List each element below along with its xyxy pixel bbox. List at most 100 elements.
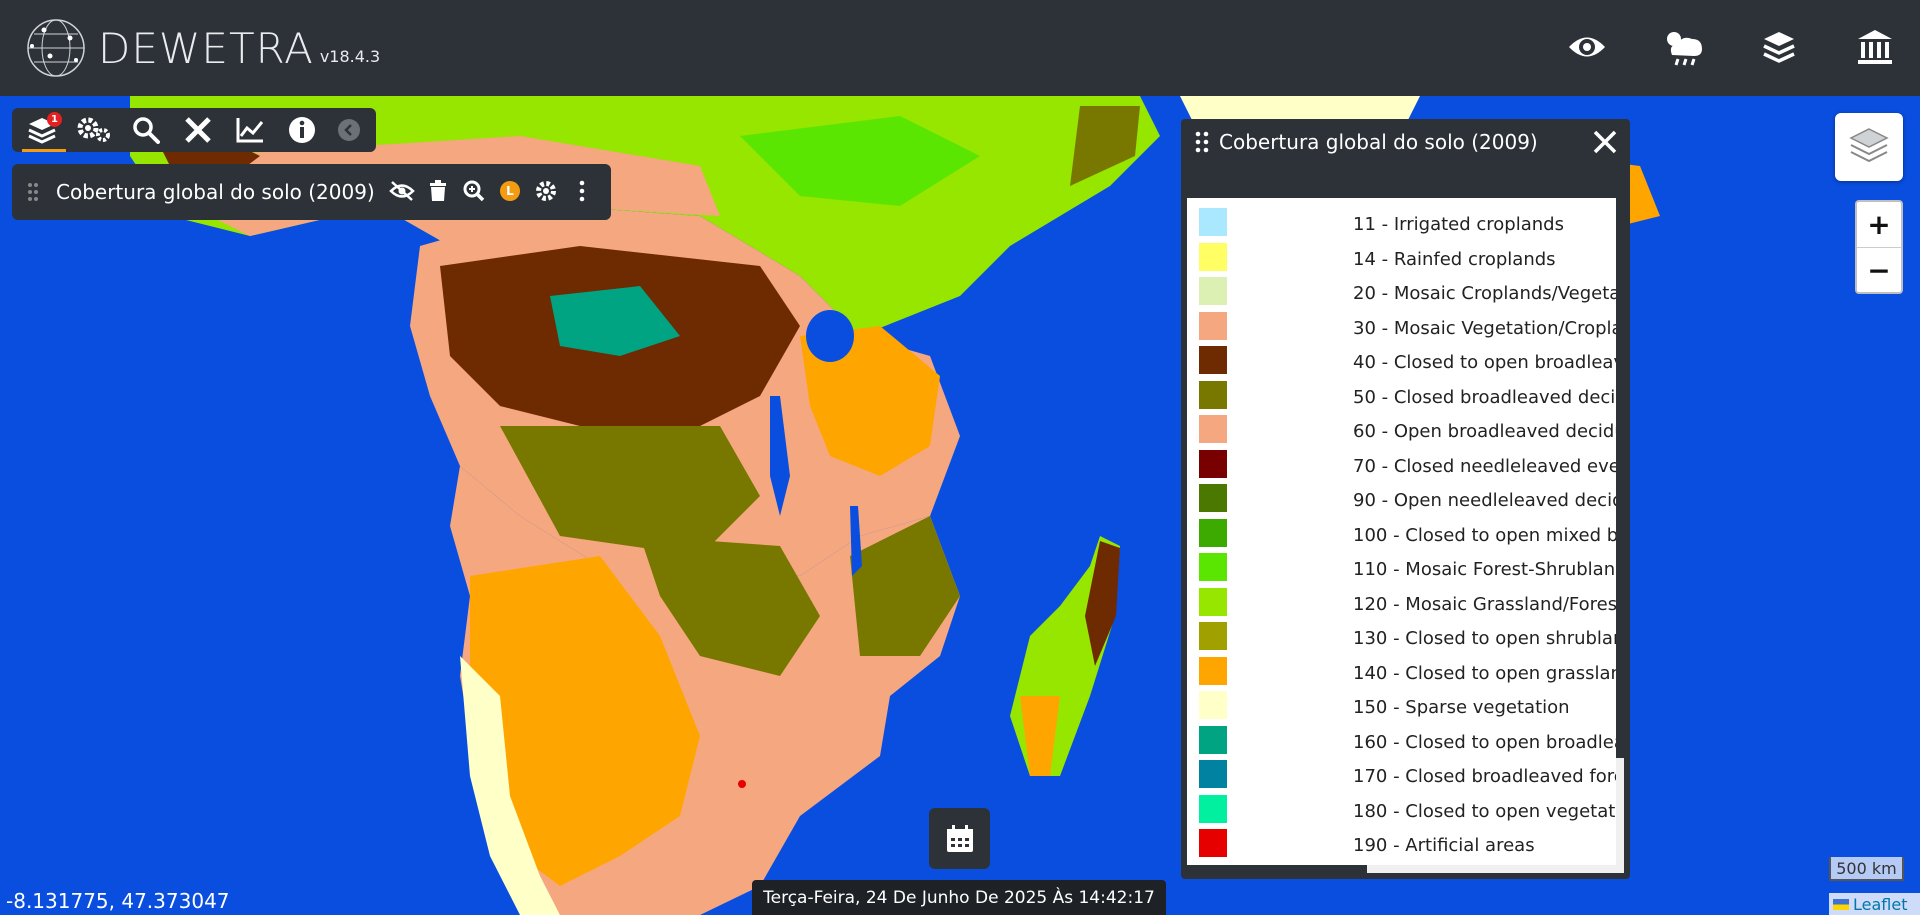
legend-swatch (1199, 208, 1227, 236)
active-layer-row[interactable]: Cobertura global do solo (2009) L (12, 164, 611, 220)
layers-stack-icon[interactable] (1756, 24, 1802, 70)
header-icons (1564, 24, 1898, 70)
layer-actions: L (389, 178, 595, 204)
legend-label: 11 - Irrigated croplands (1353, 214, 1564, 235)
search-icon (133, 117, 160, 144)
legend-swatch (1199, 311, 1227, 340)
info-icon (289, 117, 315, 143)
legend-label: 100 - Closed to open mixed broadleaved (1353, 524, 1624, 546)
draw-tools-button[interactable] (178, 110, 218, 150)
legend-toggle-button[interactable]: L (497, 178, 523, 204)
more-options-button[interactable] (569, 178, 595, 204)
zoom-in-icon (463, 180, 485, 202)
legend-item: 150 - Sparse vegetation (1187, 685, 1613, 720)
drag-handle-icon[interactable] (18, 182, 48, 202)
gears-icon (77, 117, 110, 142)
legend-swatch (1199, 794, 1227, 823)
gear-icon (536, 181, 556, 201)
zoom-to-layer-button[interactable] (461, 178, 487, 204)
eye-icon[interactable] (1564, 24, 1610, 70)
scrollbar-thumb[interactable] (1616, 198, 1624, 758)
legend-label: 130 - Closed to open shrubland (1353, 628, 1624, 649)
ukraine-flag-icon (1833, 898, 1849, 910)
layer-settings-button[interactable] (533, 178, 559, 204)
basemap-layers-icon (1849, 128, 1889, 163)
legend-label: 190 - Artificial areas (1353, 835, 1535, 856)
legend-item: 140 - Closed to open grassland (1187, 651, 1624, 686)
legend-item: 20 - Mosaic Croplands/Vegetation (1187, 271, 1624, 306)
legend-vertical-scrollbar[interactable] (1616, 198, 1624, 873)
app-name: DEWETRA (98, 23, 314, 73)
chevron-left-icon (344, 124, 352, 136)
scrollbar-thumb[interactable] (1187, 865, 1367, 873)
legend-label: 120 - Mosaic Grassland/Forest (1353, 593, 1624, 615)
legend-label: 40 - Closed to open broadleaved (1353, 352, 1624, 373)
legend-swatch (1199, 691, 1227, 719)
settings-button[interactable] (74, 110, 114, 150)
legend-swatch (1199, 415, 1227, 443)
legend-label: 110 - Mosaic Forest-Shrubland (1353, 559, 1624, 580)
legend-swatch (1199, 346, 1227, 374)
legend-label: 60 - Open broadleaved deciduous (1353, 421, 1624, 442)
collapse-toolbar-button[interactable] (338, 119, 360, 141)
delete-layer-button[interactable] (425, 178, 451, 204)
legend-swatch (1199, 518, 1227, 547)
layer-name: Cobertura global do solo (2009) (56, 180, 375, 204)
trash-icon (430, 180, 446, 201)
current-datetime[interactable]: Terça-Feira, 24 De Junho De 2025 Às 14:4… (752, 880, 1166, 915)
legend-item: 120 - Mosaic Grassland/Forest (1187, 582, 1624, 617)
left-toolbar: 1 (12, 108, 376, 152)
legend-horizontal-scrollbar[interactable] (1187, 865, 1616, 873)
legend-label: 14 - Rainfed croplands (1353, 248, 1556, 270)
legend-item: 70 - Closed needleleaved evergreen (1187, 444, 1624, 479)
legend-item: 11 - Irrigated croplands (1187, 202, 1613, 237)
legend-header[interactable]: Cobertura global do solo (2009) (1181, 119, 1630, 165)
lake-victoria (806, 310, 854, 362)
chart-line-icon (236, 118, 264, 143)
legend-item: 170 - Closed broadleaved forest (1187, 754, 1624, 789)
legend-item: 90 - Open needleleaved deciduous (1187, 478, 1624, 513)
kebab-menu-icon (579, 180, 585, 202)
basemap-switcher-button[interactable] (1835, 113, 1903, 181)
layers-count-badge: 1 (47, 112, 62, 127)
calendar-icon (946, 824, 973, 852)
hide-layer-button[interactable] (389, 178, 415, 204)
zoom-out-button[interactable]: − (1857, 247, 1901, 292)
legend-swatch (1199, 760, 1227, 788)
weather-icon[interactable] (1660, 24, 1706, 70)
info-button[interactable] (282, 110, 322, 150)
app-logo[interactable]: DEWETRA v18.4.3 (24, 16, 380, 80)
legend-item: 14 - Rainfed croplands (1187, 237, 1613, 272)
legend-swatch (1199, 449, 1227, 478)
zoom-in-button[interactable]: + (1857, 202, 1901, 247)
cursor-coordinates: -8.131775, 47.373047 (6, 889, 230, 913)
legend-item: 100 - Closed to open mixed broadleaved (1187, 513, 1624, 548)
chart-button[interactable] (230, 110, 270, 150)
drag-handle-icon[interactable] (1195, 131, 1209, 153)
legend-item: 130 - Closed to open shrubland (1187, 616, 1624, 651)
legend-label: 70 - Closed needleleaved evergreen (1353, 455, 1624, 477)
legend-item: 50 - Closed broadleaved deciduous (1187, 375, 1624, 410)
legend-swatch (1199, 622, 1227, 650)
legend-swatch (1199, 587, 1227, 616)
legend-swatch (1199, 277, 1227, 305)
app-root: DEWETRA v18.4.3 1 Cobertura global do so… (0, 0, 1920, 915)
legend-label: 150 - Sparse vegetation (1353, 697, 1570, 718)
search-button[interactable] (126, 110, 166, 150)
eye-slash-icon (389, 181, 415, 201)
institution-icon[interactable] (1852, 24, 1898, 70)
legend-swatch (1199, 656, 1227, 685)
legend-label: 30 - Mosaic Vegetation/Croplands (1353, 317, 1624, 339)
legend-label: 90 - Open needleleaved deciduous (1353, 490, 1624, 511)
top-bar: DEWETRA v18.4.3 (0, 0, 1920, 96)
map-attribution[interactable]: Leaflet (1829, 893, 1920, 915)
calendar-button[interactable] (929, 808, 990, 869)
legend-label: 140 - Closed to open grassland (1353, 662, 1624, 684)
legend-item: 40 - Closed to open broadleaved (1187, 340, 1624, 375)
globe-icon (27, 19, 85, 77)
legend-label: 170 - Closed broadleaved forest (1353, 766, 1624, 787)
legend-body[interactable]: 11 - Irrigated croplands 14 - Rainfed cro… (1187, 198, 1624, 873)
leaflet-link[interactable]: Leaflet (1853, 895, 1907, 914)
layers-button[interactable]: 1 (22, 110, 66, 152)
close-icon[interactable] (1592, 129, 1618, 155)
